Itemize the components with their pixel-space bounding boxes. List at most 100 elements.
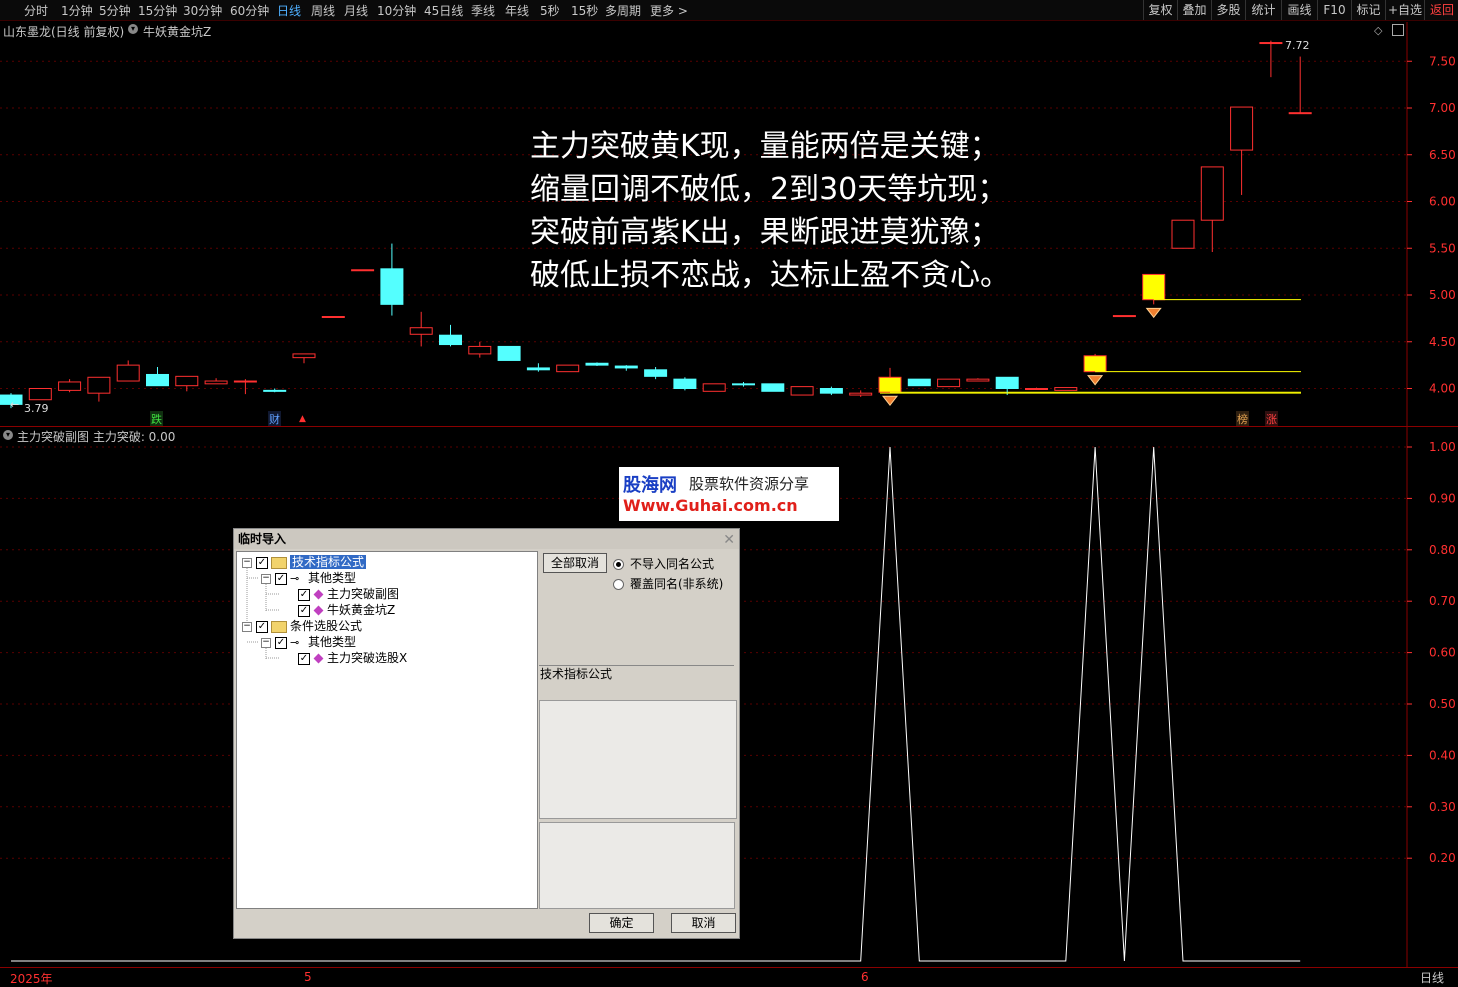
multi-stock-button[interactable]: 多股: [1211, 0, 1245, 20]
tree-node-stock-selection[interactable]: − ✓ 条件选股公式: [242, 618, 362, 634]
collapse-icon[interactable]: −: [261, 573, 271, 584]
marker-zhang[interactable]: 涨: [1265, 411, 1278, 427]
sub-indicator-settings-icon[interactable]: ▾: [3, 430, 13, 440]
candle-body: [556, 364, 580, 373]
radio-no-import[interactable]: 不导入同名公式: [613, 555, 714, 572]
section-label: 技术指标公式: [540, 667, 613, 681]
tree-node-main-breakout-sub[interactable]: ✓ 主力突破副图: [298, 586, 399, 602]
return-button[interactable]: 返回: [1424, 0, 1458, 20]
marker-bang[interactable]: 榜: [1236, 411, 1249, 427]
poem-line-2: 缩量回调不破低，2到30天等坑现；: [530, 172, 1008, 207]
period-indicator-label[interactable]: 日线: [1420, 969, 1444, 986]
candle-body: [1288, 112, 1312, 115]
pane-maximize-icon[interactable]: [1392, 24, 1404, 36]
checkbox-checked-icon[interactable]: ✓: [256, 620, 268, 633]
y-tick-label: 7.50: [1429, 54, 1456, 68]
diamond-toggle-icon[interactable]: ◇: [1374, 24, 1382, 37]
checkbox-checked-icon[interactable]: ✓: [298, 604, 310, 617]
period-tab-monthly[interactable]: 月线: [344, 2, 368, 19]
close-icon[interactable]: ✕: [719, 530, 735, 550]
f10-button[interactable]: F10: [1317, 0, 1351, 20]
dialog-titlebar[interactable]: 临时导入 ✕: [234, 529, 739, 549]
ok-button[interactable]: 确定: [589, 913, 654, 933]
tree-label-tech-indicators: 技术指标公式: [290, 555, 367, 569]
description-panel-bottom: [539, 822, 735, 909]
tree-node-niuyao[interactable]: ✓ 牛妖黄金坑Z: [298, 602, 395, 618]
checkbox-checked-icon[interactable]: ✓: [256, 556, 268, 569]
tree-label-main-breakout-sub: 主力突破副图: [327, 587, 400, 601]
checkbox-checked-icon[interactable]: ✓: [298, 652, 310, 665]
period-tab-10min[interactable]: 10分钟: [377, 2, 416, 19]
collapse-icon[interactable]: −: [261, 637, 271, 648]
collapse-icon[interactable]: −: [242, 621, 252, 632]
period-tab-more[interactable]: 更多 >: [650, 2, 688, 19]
sub-y-tick-label: 0.80: [1429, 543, 1456, 557]
cancel-button[interactable]: 取消: [671, 913, 736, 933]
marker-die[interactable]: 跌: [150, 411, 163, 427]
period-tab-yearly[interactable]: 年线: [505, 2, 529, 19]
mark-button[interactable]: 标记: [1351, 0, 1385, 20]
candle-body: [1025, 388, 1048, 390]
period-tab-1min[interactable]: 1分钟: [61, 2, 93, 19]
candle-body: [321, 316, 345, 319]
period-tab-60min[interactable]: 60分钟: [230, 2, 269, 19]
radio-selected-icon[interactable]: [613, 559, 624, 570]
checkbox-checked-icon[interactable]: ✓: [275, 572, 287, 585]
poem-line-3: 突破前高紫K出，果断跟进莫犹豫；: [530, 215, 1000, 250]
candle-body: [732, 383, 755, 386]
tree-node-other-types-2[interactable]: − ✓ ⊸ 其他类型: [261, 634, 356, 650]
period-tab-fenshi[interactable]: 分时: [24, 2, 48, 19]
candle: [937, 378, 961, 388]
up-arrow-marker-icon: ▲: [299, 414, 306, 424]
poem-line-4: 破低止损不恋战，达标止盈不贪心。: [530, 258, 1010, 293]
candle: [732, 381, 755, 387]
overlay-button[interactable]: 叠加: [1177, 0, 1211, 20]
period-tab-45day[interactable]: 45日线: [424, 2, 463, 19]
y-tick-label: 6.50: [1429, 148, 1456, 162]
cancel-all-button[interactable]: 全部取消: [543, 553, 607, 573]
tree-node-other-types-1[interactable]: − ✓ ⊸ 其他类型: [261, 570, 356, 586]
tree-node-main-breakout-select[interactable]: ✓ 主力突破选股X: [298, 650, 407, 666]
radio-overwrite[interactable]: 覆盖同名(非系统): [613, 575, 723, 592]
formula-tree[interactable]: − ✓ 技术指标公式 − ✓ ⊸ 其他类型 ✓ 主力突破副图 ✓ 牛妖黄金坑Z − ✓ 条件选股公…: [236, 551, 538, 909]
tree-label-niuyao: 牛妖黄金坑Z: [327, 603, 396, 617]
checkbox-checked-icon[interactable]: ✓: [275, 636, 287, 649]
tree-node-tech-indicators[interactable]: − ✓ 技术指标公式: [242, 554, 367, 570]
marker-cai[interactable]: 财: [268, 411, 281, 427]
candle: [790, 386, 814, 396]
candle: [819, 386, 843, 396]
candle-body: [907, 378, 931, 387]
period-tab-daily[interactable]: 日线: [277, 2, 301, 19]
period-tab-15min[interactable]: 15分钟: [138, 2, 177, 19]
candle-body: [644, 369, 668, 377]
signal-diamond-icon: [881, 395, 899, 407]
main-chart-pane[interactable]: 4.00 4.50 5.00 5.50 6.00 6.50 7.00 7.50 山东墨龙(日线…: [0, 22, 1458, 427]
candle-body: [849, 392, 873, 396]
checkbox-checked-icon[interactable]: ✓: [298, 588, 310, 601]
folder-icon: [271, 620, 287, 633]
period-tab-weekly[interactable]: 周线: [311, 2, 335, 19]
candle-body: [263, 389, 287, 392]
candle: [497, 345, 521, 361]
collapse-icon[interactable]: −: [242, 557, 252, 568]
y-tick-label: 7.00: [1429, 101, 1456, 115]
period-tab-multi[interactable]: 多周期: [605, 2, 641, 19]
adjust-button[interactable]: 复权: [1143, 0, 1177, 20]
stats-button[interactable]: 统计: [1245, 0, 1281, 20]
sub-y-tick-label: 1.00: [1429, 440, 1456, 454]
period-tab-quarterly[interactable]: 季线: [471, 2, 495, 19]
candle-body: [878, 376, 902, 393]
x-axis: 2025年 5 6 日线: [0, 967, 1458, 986]
period-tab-5min[interactable]: 5分钟: [99, 2, 131, 19]
period-tab-15sec[interactable]: 15秒: [571, 2, 598, 19]
period-tab-5sec[interactable]: 5秒: [540, 2, 560, 19]
candle: [28, 388, 52, 401]
add-watchlist-button[interactable]: +自选: [1385, 0, 1424, 20]
candle: [146, 366, 169, 387]
indicator-settings-icon[interactable]: ▾: [128, 24, 138, 34]
tree-label-stock-selection: 条件选股公式: [290, 619, 363, 633]
period-tab-30min[interactable]: 30分钟: [183, 2, 222, 19]
key-icon: ⊸: [290, 635, 300, 649]
radio-unselected-icon[interactable]: [613, 579, 624, 590]
draw-button[interactable]: 画线: [1281, 0, 1317, 20]
